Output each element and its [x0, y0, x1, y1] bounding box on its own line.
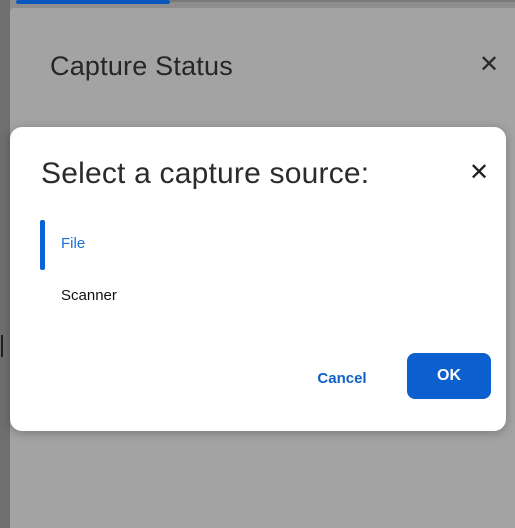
ok-button[interactable]: OK [407, 353, 491, 399]
source-option-label: Scanner [61, 287, 117, 304]
progress-accent-bar [16, 0, 170, 4]
source-option-scanner[interactable]: Scanner [40, 271, 480, 323]
screen: Capture Status ✕ Select a capture source… [0, 0, 515, 528]
top-divider [170, 0, 515, 2]
capture-status-close-icon[interactable]: ✕ [476, 52, 502, 78]
dialog-title: Select a capture source: [41, 157, 370, 190]
dialog-close-icon[interactable]: ✕ [466, 160, 492, 186]
capture-source-dialog: Select a capture source: ✕ File Scanner … [10, 127, 506, 431]
selection-indicator [40, 220, 45, 270]
capture-source-list: File Scanner [40, 219, 480, 323]
source-option-label: File [61, 235, 86, 252]
edge-marker [1, 335, 3, 357]
window-edge [0, 0, 10, 528]
capture-status-title: Capture Status [50, 51, 233, 81]
cancel-button[interactable]: Cancel [307, 364, 377, 392]
source-option-file[interactable]: File [40, 219, 480, 271]
